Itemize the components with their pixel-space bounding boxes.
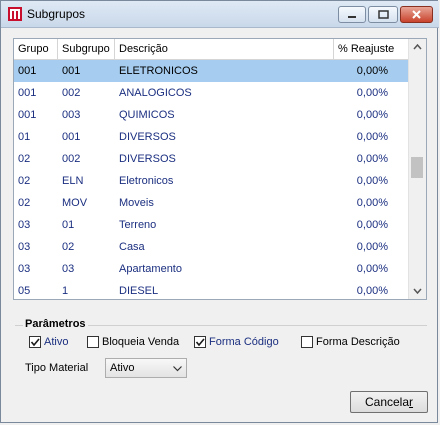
title-bar[interactable]: Subgrupos [1,1,439,28]
cell-descricao: ANALOGICOS [119,87,192,99]
tipo-material-value: Ativo [110,362,135,374]
cell-grupo: 02 [18,175,31,187]
checkbox-label: Bloqueia Venda [102,336,180,348]
cell-descricao: Terreno [119,219,157,231]
cell-grupo: 02 [18,197,31,209]
cell-subgrupo: 01 [62,219,75,231]
tipo-material-select[interactable]: Ativo [105,358,187,378]
subgrupos-grid[interactable]: Grupo Subgrupo Descrição % Reajuste 001 0… [13,38,427,300]
table-row[interactable]: 02 ELN Eletronicos 0,00% [14,170,409,192]
tipo-material-label: Tipo Material [25,362,89,374]
cell-reajuste: 0,00% [356,175,388,187]
cell-reajuste: 0,00% [356,197,388,209]
column-header-grupo[interactable]: Grupo [14,39,58,59]
vertical-scrollbar[interactable] [408,39,426,299]
window-title: Subgrupos [27,7,86,21]
cell-grupo: 05 [18,285,31,297]
cancel-label: Cancela [364,395,410,409]
subgrupos-window: Subgrupos Grupo Subgrupo Descrição % Rea… [0,0,439,423]
table-row[interactable]: 001 003 QUIMICOS 0,00% [14,104,409,126]
cell-reajuste: 0,00% [356,241,388,253]
cell-subgrupo: 02 [62,241,75,253]
checkbox-box[interactable] [87,336,99,348]
cell-subgrupo: 002 [62,87,81,99]
table-row[interactable]: 001 002 ANALOGICOS 0,00% [14,82,409,104]
checkbox-label: Forma Descrição [316,336,400,348]
column-header-reajuste[interactable]: % Reajuste [334,39,409,59]
cell-descricao: Apartamento [119,263,182,275]
cell-reajuste: 0,00% [356,219,388,231]
minimize-button[interactable] [338,6,366,23]
cell-grupo: 03 [18,241,31,253]
cell-reajuste: 0,00% [356,87,388,99]
table-row[interactable]: 001 001 ELETRONICOS 0,00% [14,60,409,82]
cell-descricao: Eletronicos [119,175,174,187]
cell-reajuste: 0,00% [356,109,388,121]
scroll-down-icon[interactable] [409,282,426,299]
cell-subgrupo: 03 [62,263,75,275]
cell-subgrupo: 003 [62,109,81,121]
cell-reajuste: 0,00% [356,153,388,165]
table-row[interactable]: 05 1 DIESEL 0,00% [14,280,409,299]
table-row[interactable]: 02 MOV Moveis 0,00% [14,192,409,214]
cell-reajuste: 0,00% [356,263,388,275]
cell-reajuste: 0,00% [356,285,388,297]
minimize-icon [348,16,356,18]
column-header-descricao[interactable]: Descrição [115,39,334,59]
cell-reajuste: 0,00% [356,131,388,143]
params-legend: Parâmetros [23,318,88,330]
cell-subgrupo: 002 [62,153,81,165]
cell-descricao: DIESEL [119,285,159,297]
grid-header: Grupo Subgrupo Descrição % Reajuste [14,39,409,60]
table-row[interactable]: 03 01 Terreno 0,00% [14,214,409,236]
checkmark-icon [30,338,40,347]
cell-descricao: Casa [119,241,145,253]
cell-grupo: 02 [18,153,31,165]
cell-descricao: DIVERSOS [119,131,176,143]
checkbox-box[interactable] [301,336,313,348]
checkmark-icon [195,338,205,347]
cell-subgrupo: 001 [62,131,81,143]
cell-grupo: 03 [18,263,31,275]
table-row[interactable]: 02 002 DIVERSOS 0,00% [14,148,409,170]
cell-subgrupo: MOV [62,197,88,209]
scroll-thumb[interactable] [411,157,423,178]
cell-descricao: ELETRONICOS [119,65,198,77]
cancel-button[interactable]: Cancelar [350,391,428,413]
table-row[interactable]: 01 001 DIVERSOS 0,00% [14,126,409,148]
close-button[interactable] [400,6,433,23]
cell-reajuste: 0,00% [356,65,388,77]
cell-subgrupo: ELN [62,175,84,187]
table-row[interactable]: 03 03 Apartamento 0,00% [14,258,409,280]
cell-grupo: 001 [18,65,37,77]
column-header-subgrupo[interactable]: Subgrupo [58,39,115,59]
checkbox-label: Forma Código [209,336,279,348]
scroll-up-icon[interactable] [409,39,426,56]
checkbox-label: Ativo [44,336,69,348]
cell-grupo: 001 [18,109,37,121]
maximize-icon [378,10,389,19]
cell-subgrupo: 001 [62,65,81,77]
cell-grupo: 001 [18,87,37,99]
close-icon [412,10,421,19]
cell-descricao: Moveis [119,197,154,209]
cell-grupo: 01 [18,131,31,143]
table-row[interactable]: 03 02 Casa 0,00% [14,236,409,258]
maximize-button[interactable] [368,6,398,23]
cancel-label-accel: r [409,395,414,409]
cell-grupo: 03 [18,219,31,231]
chevron-down-icon [173,366,182,372]
cell-descricao: QUIMICOS [119,109,175,121]
cell-subgrupo: 1 [62,285,69,297]
app-icon [8,7,22,21]
cell-descricao: DIVERSOS [119,153,176,165]
